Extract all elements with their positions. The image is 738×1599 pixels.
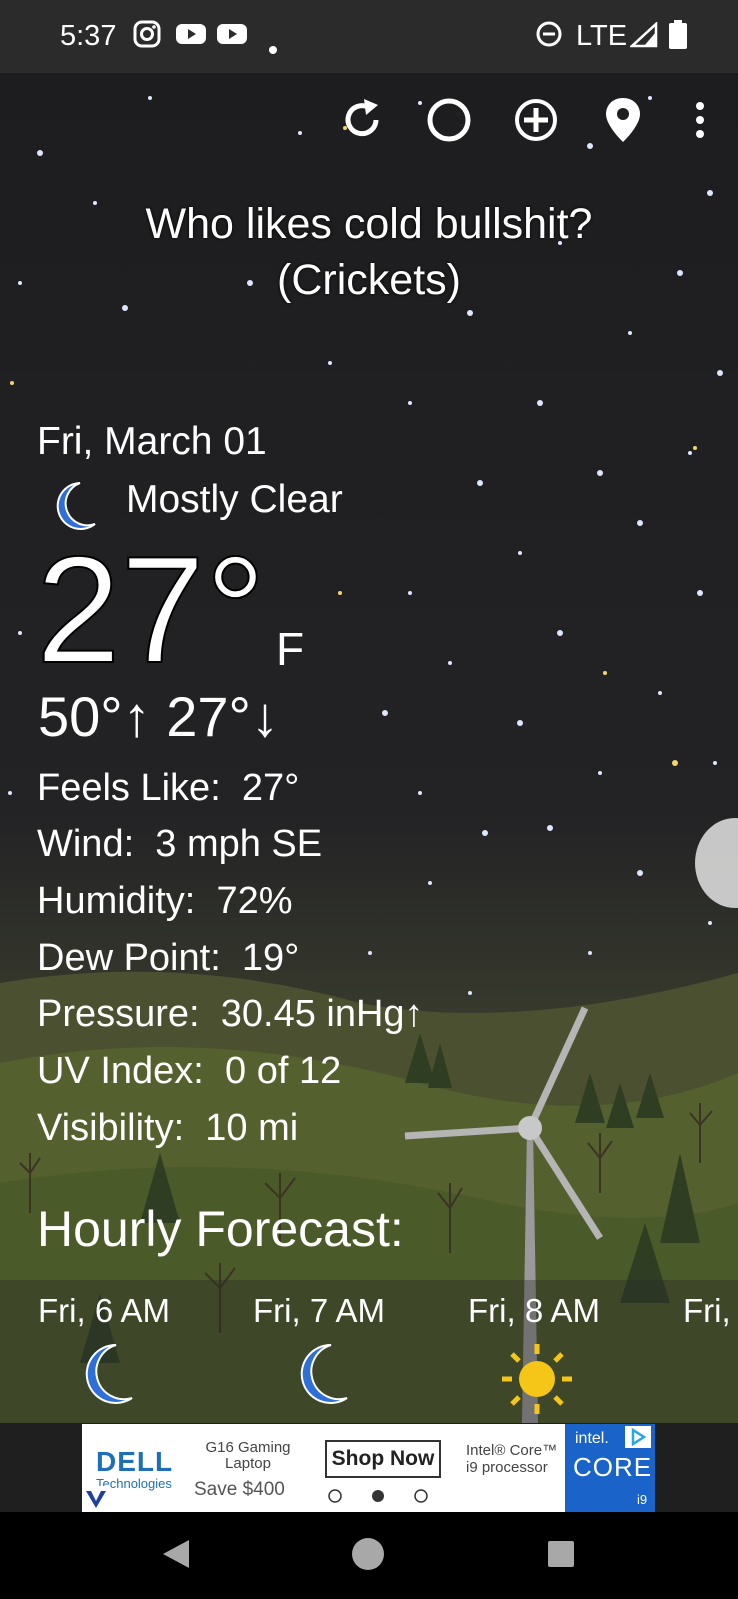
detail-pressure: Pressure: 30.45 inHg↑ <box>37 991 424 1037</box>
refresh-button[interactable] <box>336 96 388 148</box>
detail-label: Dew Point: <box>37 937 221 979</box>
more-vert-icon <box>694 100 706 145</box>
detail-label: UV Index: <box>37 1050 204 1092</box>
detail-value: 30.45 inHg↑ <box>220 993 424 1035</box>
ad-core-label: CORE <box>573 1452 653 1482</box>
system-navigation-bar <box>0 1512 738 1599</box>
detail-value: 19° <box>241 937 300 979</box>
location-pin-icon <box>603 96 643 149</box>
home-icon <box>350 1536 386 1577</box>
detail-value: 27° <box>241 767 300 809</box>
detail-label: Visibility: <box>37 1107 185 1149</box>
moon-phase-icon <box>425 96 473 149</box>
moon-phase-button[interactable] <box>423 96 475 148</box>
temperature-unit: F <box>276 623 305 675</box>
detail-label: Pressure: <box>37 993 200 1035</box>
network-type-label: LTE <box>576 20 628 52</box>
detail-humidity: Humidity: 72% <box>37 878 293 924</box>
status-time: 5:37 <box>60 20 117 52</box>
weather-quote: Who likes cold bullshit? (Crickets) <box>0 196 738 308</box>
quote-line-2: (Crickets) <box>277 256 461 304</box>
ad-product: G16 Gaming Laptop <box>205 1439 291 1472</box>
youtube-icon <box>175 20 207 56</box>
detail-value: 0 of 12 <box>225 1050 342 1092</box>
back-icon <box>159 1537 193 1576</box>
ad-info-icon[interactable] <box>625 1426 651 1453</box>
hourly-item[interactable]: Fri, 8 AM <box>468 1292 683 1414</box>
hourly-time: Fri, 6 AM <box>38 1292 171 1329</box>
youtube-icon <box>216 20 248 56</box>
ad-intel-label: intel. <box>575 1430 609 1447</box>
condition-text: Mostly Clear <box>126 478 343 521</box>
add-location-icon <box>512 96 560 149</box>
detail-feels-like: Feels Like: 27° <box>37 765 299 811</box>
hourly-time: Fri, <box>683 1292 731 1329</box>
detail-label: Humidity: <box>37 880 196 922</box>
hourly-forecast-list[interactable]: Fri, 6 AM Fri, 7 AM Fri, 8 AM Fri, <box>0 1280 738 1423</box>
sun-icon <box>500 1342 574 1424</box>
detail-uv-index: UV Index: 0 of 12 <box>37 1048 341 1094</box>
hourly-forecast-title: Hourly Forecast: <box>37 1201 404 1257</box>
ad-intel-badge: intel. CORE i9 <box>565 1424 655 1512</box>
more-options-button[interactable] <box>672 96 728 148</box>
add-location-button[interactable] <box>510 96 562 148</box>
refresh-icon <box>338 96 386 149</box>
ad-banner[interactable]: DELL Technologies G16 Gaming Laptop Save… <box>82 1424 655 1512</box>
low-temperature: 27°↓ <box>166 685 279 748</box>
detail-value: 72% <box>216 880 293 922</box>
ad-choices-icon[interactable] <box>82 1486 110 1512</box>
hourly-time: Fri, 7 AM <box>253 1292 386 1329</box>
moon-icon <box>78 1342 136 1414</box>
do-not-disturb-icon <box>535 20 563 56</box>
high-low-temperature: 50°↑ 27°↓ <box>38 684 279 749</box>
detail-value: 3 mph SE <box>155 823 323 865</box>
detail-wind: Wind: 3 mph SE <box>37 821 322 867</box>
quote-line-1: Who likes cold bullshit? <box>145 200 593 248</box>
current-date: Fri, March 01 <box>37 420 267 463</box>
dot-icon <box>268 30 278 63</box>
detail-dew-point: Dew Point: 19° <box>37 935 299 981</box>
detail-visibility: Visibility: 10 mi <box>37 1105 298 1151</box>
ad-carousel-dots <box>325 1487 437 1510</box>
detail-label: Feels Like: <box>37 767 221 809</box>
hourly-time: Fri, 8 AM <box>468 1292 601 1329</box>
recents-button[interactable] <box>537 1532 585 1580</box>
hourly-item[interactable]: Fri, 7 AM <box>253 1292 468 1404</box>
hourly-item[interactable]: Fri, 6 AM <box>38 1292 253 1404</box>
instagram-icon <box>133 20 161 56</box>
detail-label: Wind: <box>37 823 135 865</box>
ad-tier-label: i9 <box>637 1492 648 1507</box>
ad-shop-now-button[interactable]: Shop Now <box>325 1440 441 1478</box>
home-button[interactable] <box>344 1532 392 1580</box>
hourly-item[interactable]: Fri, <box>683 1292 738 1330</box>
detail-value: 10 mi <box>205 1107 299 1149</box>
signal-icon <box>628 21 658 56</box>
ad-processor-text: Intel® Core™ i9 processor <box>466 1442 558 1476</box>
recents-icon <box>546 1539 576 1574</box>
battery-icon <box>668 20 688 58</box>
status-bar: 5:37 LTE <box>0 0 738 73</box>
high-temperature: 50°↑ <box>38 685 151 748</box>
back-button[interactable] <box>152 1532 200 1580</box>
moon-icon <box>293 1342 351 1414</box>
ad-offer: Save $400 <box>194 1479 285 1500</box>
ad-brand-logo: DELL <box>96 1446 174 1477</box>
location-button[interactable] <box>597 96 649 148</box>
current-temperature: 27° <box>35 525 267 695</box>
